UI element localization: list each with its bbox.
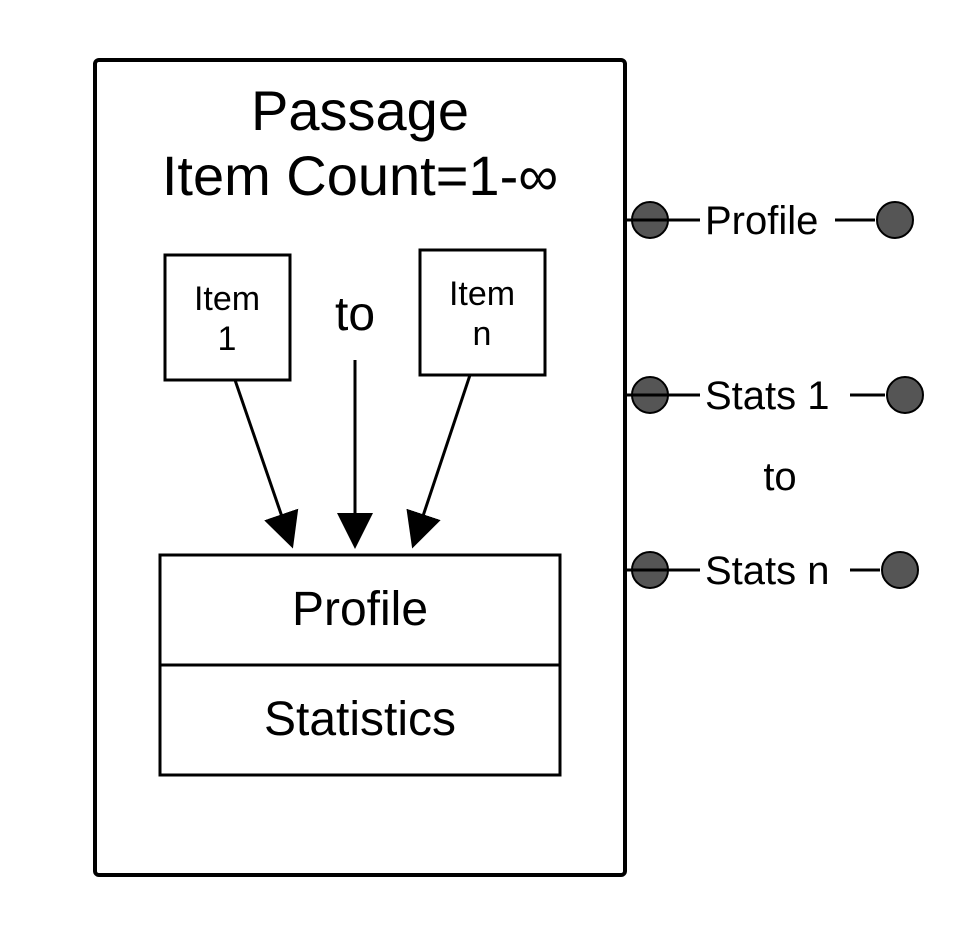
side-stats1-group: Stats 1 — [625, 374, 923, 418]
diagram-canvas: Passage Item Count=1-∞ Item 1 to Item n … — [0, 0, 973, 929]
profile-label: Profile — [292, 583, 428, 636]
side-stats1-label: Stats 1 — [705, 374, 830, 418]
statistics-label: Statistics — [264, 693, 456, 746]
side-profile-group: Profile — [625, 199, 913, 243]
side-statsn-group: Stats n — [625, 549, 918, 593]
item-1-label-line1: Item — [194, 280, 260, 318]
title-line1: Passage — [251, 79, 469, 142]
item-n-label-line2: n — [473, 315, 492, 353]
side-to-label: to — [763, 455, 796, 499]
item-to-label: to — [335, 288, 375, 341]
arrow-itemn-profile — [415, 375, 470, 540]
item-n-label-line1: Item — [449, 275, 515, 313]
side-profile-label: Profile — [705, 199, 818, 243]
arrow-item1-profile — [235, 380, 290, 540]
title-line2: Item Count=1-∞ — [162, 144, 558, 207]
side-statsn-label: Stats n — [705, 549, 830, 593]
item-1-label-line2: 1 — [218, 320, 237, 358]
